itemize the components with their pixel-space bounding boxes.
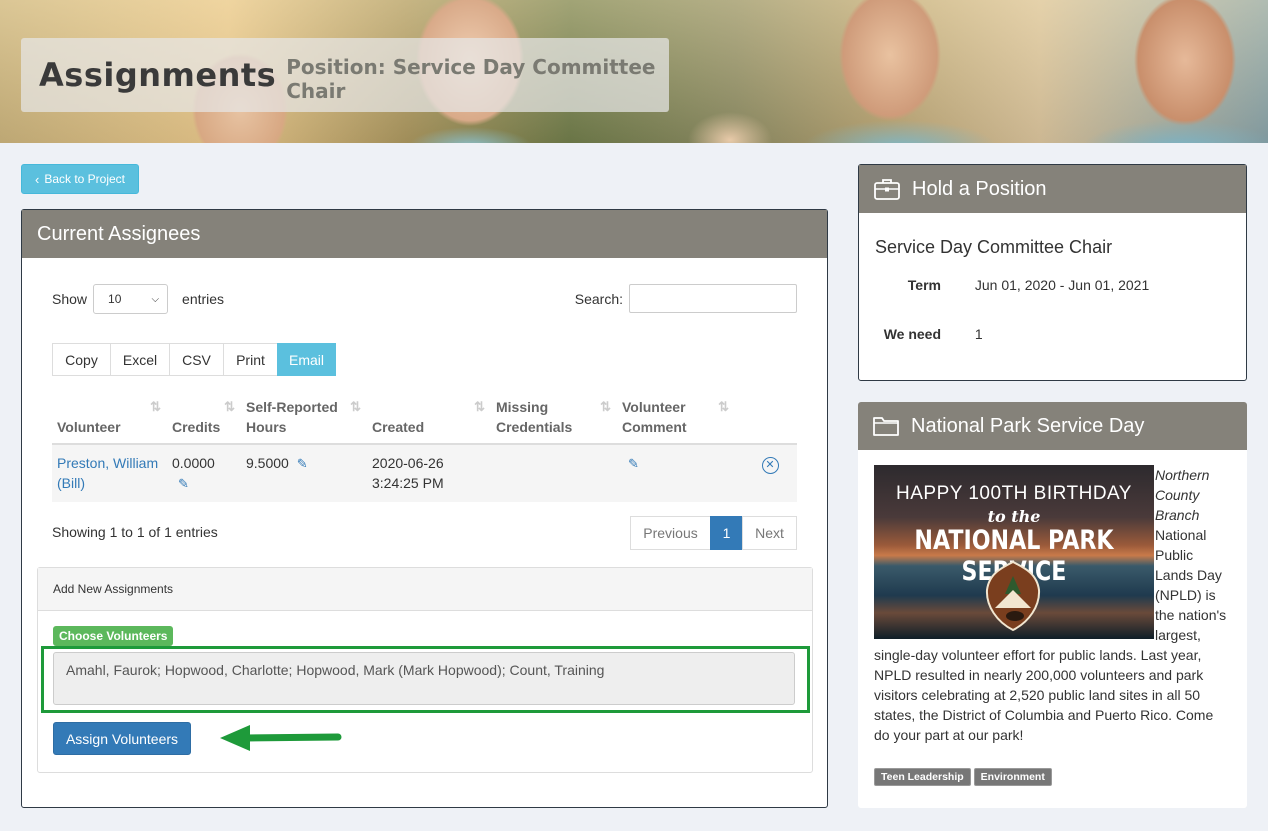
print-button[interactable]: Print xyxy=(223,343,278,376)
volunteer-link[interactable]: Preston, William (Bill) xyxy=(57,455,158,491)
credits-cell: 0.0000 ✎ xyxy=(167,444,241,502)
table-row: Preston, William (Bill) 0.0000 ✎ 9.5000 … xyxy=(52,444,797,502)
sort-icon: ⇅ xyxy=(474,399,485,414)
remove-assignee-icon[interactable]: ✕ xyxy=(761,456,779,474)
table-info: Showing 1 to 1 of 1 entries xyxy=(52,524,218,540)
briefcase-icon xyxy=(874,179,900,200)
table-search: Search: xyxy=(575,284,797,313)
image-line-1: HAPPY 100TH BIRTHDAY xyxy=(896,483,1132,504)
project-title: National Park Service Day xyxy=(911,414,1145,437)
project-tags: Teen Leadership Environment xyxy=(874,768,1052,786)
pagination: Previous 1 Next xyxy=(630,516,797,550)
entries-select-value: 10 xyxy=(108,292,122,306)
current-assignees-header: Current Assignees xyxy=(22,210,827,258)
tag-teen-leadership[interactable]: Teen Leadership xyxy=(874,768,971,786)
sort-icon: ⇅ xyxy=(224,399,235,414)
tag-environment[interactable]: Environment xyxy=(973,768,1052,786)
page-title-box: Assignments Position: Service Day Commit… xyxy=(21,38,669,112)
assignees-table: Volunteer ⇅ Credits ⇅ Self-Reported Hour… xyxy=(52,397,797,502)
missing-credentials-cell xyxy=(491,444,617,502)
page-subtitle: Position: Service Day Committee Chair xyxy=(286,55,656,103)
choose-volunteers-label: Choose Volunteers xyxy=(53,626,174,646)
previous-page-button[interactable]: Previous xyxy=(630,516,711,550)
project-panel: National Park Service Day Northern Count… xyxy=(858,402,1247,808)
column-header-volunteer[interactable]: Volunteer ⇅ xyxy=(52,397,167,445)
sort-icon: ⇅ xyxy=(600,399,611,414)
created-cell: 2020-06-26 3:24:25 PM xyxy=(367,444,491,502)
entries-label: entries xyxy=(182,291,225,307)
project-header: National Park Service Day xyxy=(858,402,1247,450)
column-header-created[interactable]: Created ⇅ xyxy=(367,397,491,445)
credits-value: 0.0000 xyxy=(172,455,215,471)
entries-length-control: Show 10 ⌵ entries xyxy=(52,284,224,314)
hero-banner: Assignments Position: Service Day Commit… xyxy=(0,0,1268,143)
column-header-hours[interactable]: Self-Reported Hours ⇅ xyxy=(241,397,367,445)
chevron-down-icon: ⌵ xyxy=(151,293,160,305)
hold-position-header: Hold a Position xyxy=(859,165,1246,213)
csv-button[interactable]: CSV xyxy=(169,343,224,376)
column-header-actions xyxy=(743,397,797,445)
image-line-2: to the xyxy=(987,507,1041,526)
volunteers-input[interactable]: Amahl, Faurok; Hopwood, Charlotte; Hopwo… xyxy=(53,652,795,705)
copy-button[interactable]: Copy xyxy=(52,343,111,376)
volunteer-cell: Preston, William (Bill) xyxy=(52,444,167,502)
sort-icon: ⇅ xyxy=(150,399,161,414)
search-input[interactable] xyxy=(629,284,797,313)
next-page-button[interactable]: Next xyxy=(742,516,797,550)
hold-position-title: Hold a Position xyxy=(912,177,1047,200)
need-value: 1 xyxy=(974,326,983,342)
column-header-missing-credentials[interactable]: Missing Credentials ⇅ xyxy=(491,397,617,445)
term-label: Term xyxy=(907,277,941,293)
assign-volunteers-button[interactable]: Assign Volunteers xyxy=(53,722,191,755)
page-title: Assignments xyxy=(39,56,277,94)
hours-value: 9.5000 xyxy=(246,455,289,471)
need-row: We need 1 xyxy=(875,326,983,342)
position-name: Service Day Committee Chair xyxy=(875,237,1113,257)
arrowhead-logo-icon xyxy=(985,560,1041,632)
export-buttons: Copy Excel CSV Print Email xyxy=(52,343,336,376)
back-button-label: Back to Project xyxy=(44,172,126,186)
back-to-project-button[interactable]: ‹ Back to Project xyxy=(21,164,139,194)
show-label: Show xyxy=(52,291,88,307)
edit-credits-pencil-icon[interactable]: ✎ xyxy=(178,476,189,491)
add-assignments-box: Add New Assignments Choose Volunteers Am… xyxy=(37,567,813,773)
add-assignments-header: Add New Assignments xyxy=(38,568,812,611)
edit-comment-pencil-icon[interactable]: ✎ xyxy=(628,456,639,471)
term-row: Term Jun 01, 2020 - Jun 01, 2021 xyxy=(875,277,1149,293)
edit-hours-pencil-icon[interactable]: ✎ xyxy=(297,456,308,471)
comment-cell: ✎ xyxy=(617,444,743,502)
actions-cell: ✕ xyxy=(743,444,797,502)
page-1-button[interactable]: 1 xyxy=(710,516,743,550)
sort-icon: ⇅ xyxy=(350,399,361,414)
column-header-comment[interactable]: Volunteer Comment ⇅ xyxy=(617,397,743,445)
chevron-left-icon: ‹ xyxy=(34,171,40,187)
current-assignees-panel: Current Assignees Show 10 ⌵ entries Sear… xyxy=(21,209,828,808)
created-time: 3:24:25 PM xyxy=(372,475,444,491)
excel-button[interactable]: Excel xyxy=(110,343,170,376)
column-header-credits[interactable]: Credits ⇅ xyxy=(167,397,241,445)
sort-icon: ⇅ xyxy=(718,399,729,414)
created-date: 2020-06-26 xyxy=(372,455,444,471)
search-label: Search: xyxy=(574,290,623,307)
email-button[interactable]: Email xyxy=(277,343,336,376)
folder-icon xyxy=(873,417,899,436)
need-label: We need xyxy=(883,326,941,342)
arrow-left-icon xyxy=(220,725,342,751)
project-image: HAPPY 100TH BIRTHDAY to the NATIONAL PAR… xyxy=(874,465,1154,639)
entries-select[interactable]: 10 ⌵ xyxy=(93,284,169,314)
term-value: Jun 01, 2020 - Jun 01, 2021 xyxy=(974,277,1150,293)
hold-position-panel: Hold a Position Service Day Committee Ch… xyxy=(858,164,1247,381)
hours-cell: 9.5000 ✎ xyxy=(241,444,367,502)
